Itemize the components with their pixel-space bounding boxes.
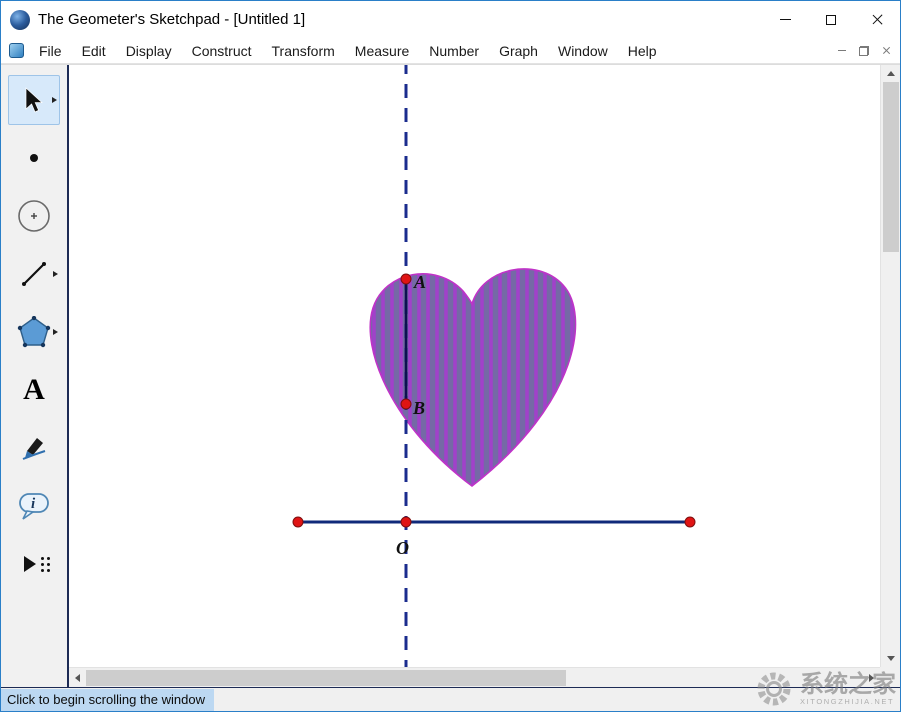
compass-circle-icon: [18, 200, 50, 232]
marker-pen-icon: [22, 438, 46, 460]
tool-point[interactable]: [8, 133, 60, 183]
tool-selection-arrow[interactable]: [8, 75, 60, 125]
custom-tool-icon: [24, 556, 44, 572]
tool-straightedge[interactable]: [8, 249, 60, 299]
mdi-minimize-icon: [838, 50, 846, 51]
scroll-right-icon: [869, 674, 874, 682]
tool-text[interactable]: A: [8, 365, 60, 415]
maximize-icon: [826, 14, 836, 25]
tool-marker[interactable]: [8, 423, 60, 473]
canvas[interactable]: A B O: [69, 65, 880, 667]
flyout-arrow-icon: [53, 329, 58, 335]
point-a[interactable]: [400, 273, 412, 285]
text-tool-icon: A: [23, 373, 45, 406]
tool-custom[interactable]: [8, 539, 60, 589]
window-title: The Geometer's Sketchpad - [Untitled 1]: [38, 11, 306, 28]
segment-right-endpoint[interactable]: [684, 516, 696, 528]
scroll-left-icon: [75, 674, 80, 682]
minimize-button[interactable]: [762, 1, 808, 38]
polygon-tool-icon: [17, 316, 51, 348]
window-controls: [762, 1, 900, 38]
tool-information[interactable]: i: [8, 481, 60, 531]
menu-item-window[interactable]: Window: [548, 39, 618, 63]
close-icon: [871, 13, 884, 26]
scroll-left-button[interactable]: [69, 668, 86, 688]
menu-item-edit[interactable]: Edit: [72, 39, 116, 63]
status-message: Click to begin scrolling the window: [1, 688, 214, 711]
point-b[interactable]: [400, 398, 412, 410]
play-triangle-icon: [24, 556, 36, 572]
menu-item-help[interactable]: Help: [618, 39, 667, 63]
dots-icon: [41, 556, 44, 560]
app-icon: [10, 9, 30, 30]
tool-compass[interactable]: [8, 191, 60, 241]
flyout-arrow-icon: [53, 271, 58, 277]
scroll-right-button[interactable]: [863, 668, 880, 688]
flyout-arrow-icon: [52, 97, 57, 103]
menu-bar: File Edit Display Construct Transform Me…: [1, 38, 900, 64]
vertical-scrollbar[interactable]: [880, 65, 900, 668]
label-o[interactable]: O: [396, 538, 409, 558]
toolbox: A i: [1, 65, 69, 687]
mdi-minimize-button[interactable]: [832, 42, 852, 60]
client-area: A i A B O: [1, 64, 900, 687]
vertical-scroll-thumb[interactable]: [883, 82, 899, 252]
point-tool-icon: [30, 154, 38, 162]
scroll-up-icon: [887, 71, 895, 76]
sketch-area: A B O: [69, 65, 880, 687]
vertical-scroll-track[interactable]: [881, 82, 900, 650]
point-o[interactable]: [400, 516, 412, 528]
segment-left-endpoint[interactable]: [292, 516, 304, 528]
horizontal-scrollbar[interactable]: [69, 667, 880, 687]
mdi-window-controls: [832, 42, 900, 60]
menu-item-file[interactable]: File: [29, 39, 72, 63]
menu-item-number[interactable]: Number: [419, 39, 489, 63]
horizontal-scroll-track[interactable]: [86, 668, 863, 687]
tool-polygon[interactable]: [8, 307, 60, 357]
segment-tool-icon: [22, 262, 46, 286]
scrollbar-corner: [880, 667, 900, 687]
info-bubble-icon: i: [19, 493, 49, 520]
menu-item-measure[interactable]: Measure: [345, 39, 419, 63]
scroll-down-button[interactable]: [881, 650, 900, 667]
scroll-up-button[interactable]: [881, 65, 900, 82]
scroll-down-icon: [887, 656, 895, 662]
app-window: The Geometer's Sketchpad - [Untitled 1] …: [0, 0, 901, 712]
menu-item-graph[interactable]: Graph: [489, 39, 548, 63]
label-b[interactable]: B: [412, 398, 425, 418]
close-button[interactable]: [854, 1, 900, 38]
menu-item-construct[interactable]: Construct: [182, 39, 262, 63]
right-scroll-column: [880, 65, 900, 687]
menu-item-transform[interactable]: Transform: [262, 39, 345, 63]
document-icon[interactable]: [9, 43, 24, 58]
menu-item-display[interactable]: Display: [116, 39, 182, 63]
minimize-icon: [779, 19, 791, 20]
horizontal-scroll-thumb[interactable]: [86, 670, 566, 686]
title-bar: The Geometer's Sketchpad - [Untitled 1]: [1, 1, 900, 38]
status-bar: Click to begin scrolling the window: [1, 687, 900, 711]
mdi-restore-button[interactable]: [854, 42, 874, 60]
mdi-restore-icon: [859, 45, 869, 56]
label-a[interactable]: A: [413, 272, 426, 292]
mdi-close-button[interactable]: [876, 42, 896, 60]
arrow-cursor-icon: [25, 86, 43, 112]
sketch-svg: A B O: [292, 65, 696, 667]
mdi-close-icon: [882, 46, 891, 55]
maximize-button[interactable]: [808, 1, 854, 38]
